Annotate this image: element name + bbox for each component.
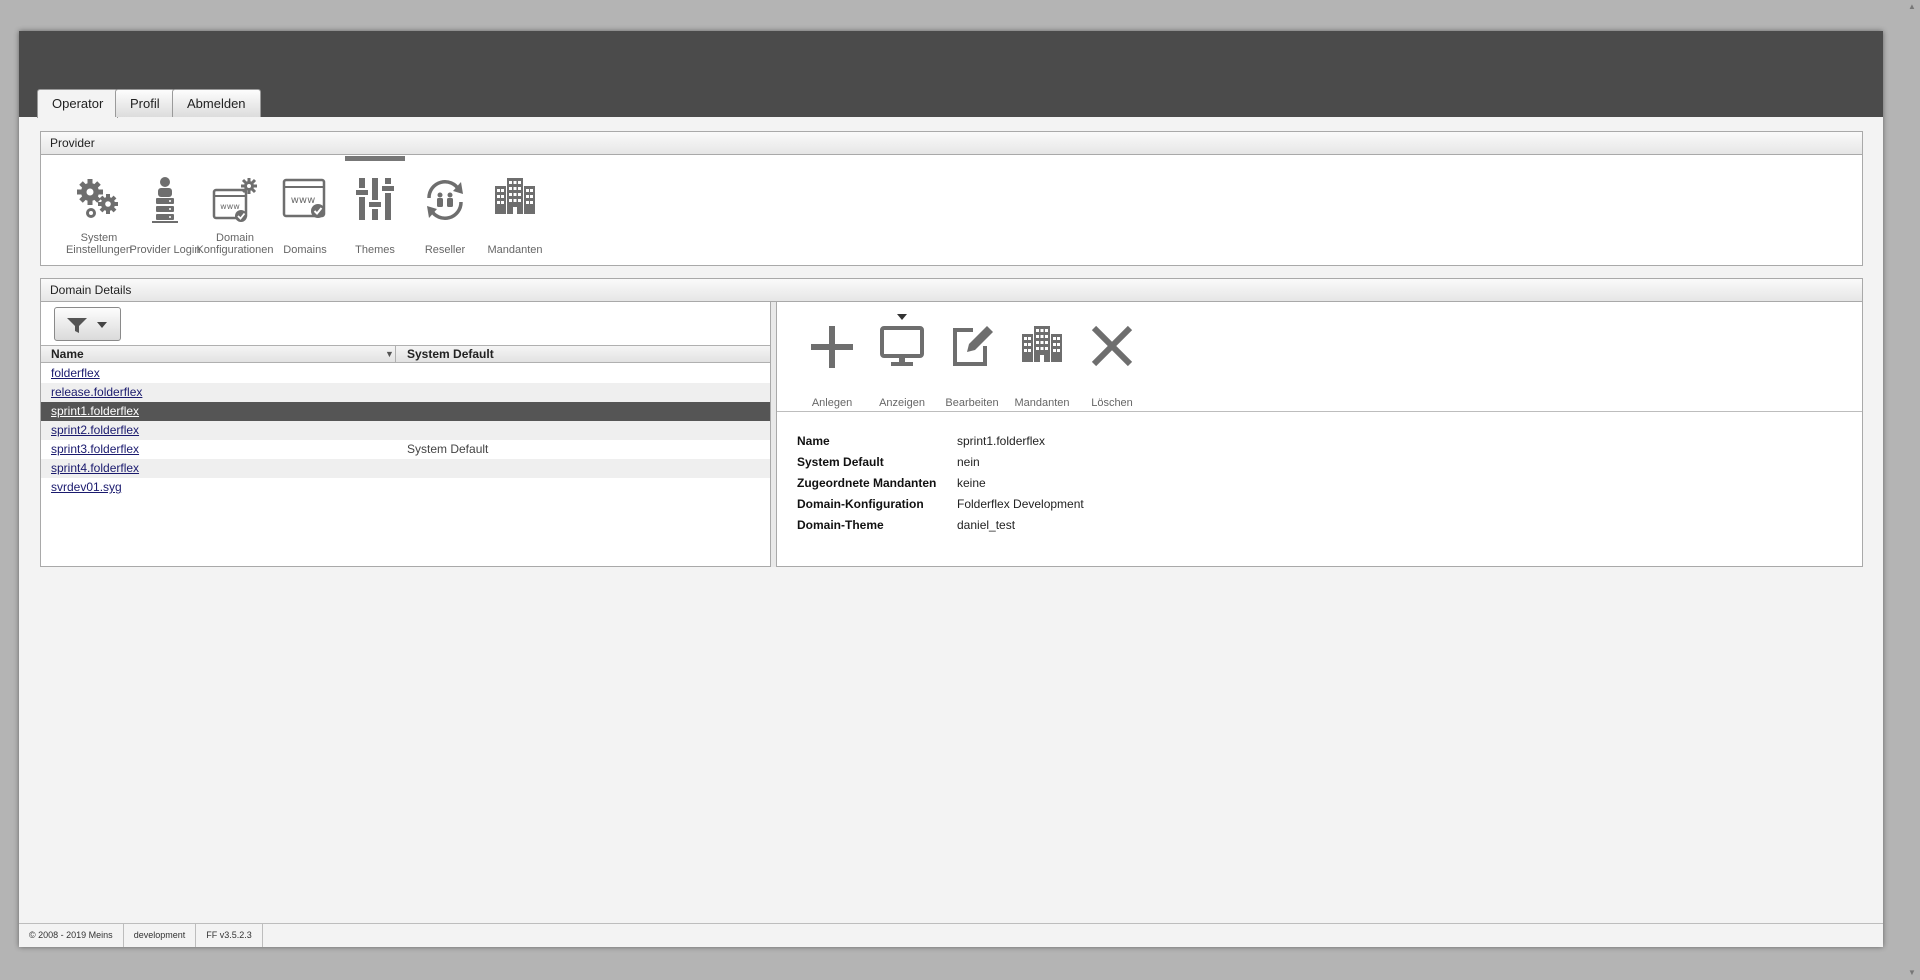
field-value: sprint1.folderflex — [957, 434, 1046, 448]
provider-item-domains[interactable]: www Domains — [270, 156, 340, 266]
column-separator — [395, 346, 396, 362]
status-footer: © 2008 - 2019 Meins development FF v3.5.… — [19, 923, 1883, 947]
table-row[interactable]: sprint4.folderflex — [41, 459, 770, 478]
add-button-label: Anlegen — [811, 397, 853, 409]
field-row: Zugeordnete Mandanten keine — [777, 476, 1862, 497]
delete-button-label: Löschen — [1091, 397, 1133, 409]
field-row: Domain-Theme daniel_test — [777, 518, 1862, 539]
provider-item-mandanten[interactable]: Mandanten — [480, 156, 550, 266]
mandanten-button-label: Mandanten — [1014, 397, 1070, 409]
row-name-link[interactable]: sprint3.folderflex — [51, 440, 139, 458]
field-label: Domain-Theme — [797, 518, 884, 532]
field-label: Zugeordnete Mandanten — [797, 476, 937, 490]
mandanten-button[interactable]: Mandanten — [1008, 308, 1076, 409]
column-header-system-default[interactable]: System Default — [407, 346, 494, 362]
provider-item-label: Mandanten — [487, 244, 543, 256]
footer-copyright: © 2008 - 2019 Meins — [19, 924, 124, 947]
buildings-icon — [495, 178, 535, 214]
provider-panel: Provider System Einstellungen Provider L… — [40, 131, 1863, 266]
sliders-icon — [356, 178, 394, 220]
detail-fields: Name sprint1.folderflex System Default n… — [777, 434, 1862, 539]
field-label: Name — [797, 434, 830, 448]
table-row-selected[interactable]: sprint1.folderflex — [41, 402, 770, 421]
table-row[interactable]: release.folderflex — [41, 383, 770, 402]
table-row[interactable]: svrdev01.syg — [41, 478, 770, 497]
active-caret-icon — [897, 314, 907, 320]
row-system-default: System Default — [407, 442, 489, 456]
provider-item-domain-configs[interactable]: www Domain Konfigurationen — [196, 156, 274, 266]
provider-item-provider-login[interactable]: Provider Login — [130, 156, 200, 266]
domain-list-pane: Name ▼ System Default folderflex release… — [41, 302, 771, 567]
user-server-icon — [152, 177, 178, 223]
table-row[interactable]: folderflex — [41, 364, 770, 383]
field-label: System Default — [797, 455, 884, 469]
tab-operator[interactable]: Operator — [37, 89, 119, 118]
footer-environment: development — [124, 924, 197, 947]
footer-version: FF v3.5.2.3 — [196, 924, 263, 947]
plus-icon — [811, 326, 853, 368]
field-row: System Default nein — [777, 455, 1862, 476]
edit-button[interactable]: Bearbeiten — [938, 308, 1006, 409]
row-name-link[interactable]: svrdev01.syg — [51, 478, 122, 496]
row-name-link[interactable]: sprint2.folderflex — [51, 421, 139, 439]
top-bar: Operator Profil Abmelden — [19, 31, 1883, 118]
www-settings-icon: www — [212, 178, 257, 222]
field-label: Domain-Konfiguration — [797, 497, 924, 511]
column-header-name[interactable]: Name — [51, 346, 84, 362]
view-button[interactable]: Anzeigen — [868, 308, 936, 409]
row-name-link[interactable]: release.folderflex — [51, 383, 142, 401]
domain-details-panel: Domain Details Name ▼ System Default fol… — [40, 278, 1863, 567]
active-indicator — [345, 156, 405, 161]
scroll-down-icon[interactable]: ▼ — [1907, 968, 1917, 978]
domain-details-title: Domain Details — [41, 279, 1862, 302]
field-value: keine — [957, 476, 986, 490]
table-row[interactable]: sprint3.folderflex System Default — [41, 440, 770, 459]
app-window: Operator Profil Abmelden Provider System… — [19, 31, 1883, 947]
row-name-link[interactable]: sprint1.folderflex — [51, 402, 139, 420]
filter-button[interactable] — [54, 307, 121, 341]
caret-down-icon — [97, 322, 107, 328]
filter-icon — [67, 318, 87, 333]
detail-toolbar: Anlegen Anzeigen Bearbeiten Mandanten Lö… — [777, 302, 1862, 412]
edit-icon — [953, 326, 993, 366]
monitor-icon — [880, 326, 924, 366]
www-check-icon: www — [282, 178, 326, 218]
tab-profil[interactable]: Profil — [115, 89, 175, 117]
field-value: Folderflex Development — [957, 497, 1084, 511]
grid-header: Name ▼ System Default — [41, 345, 770, 363]
reseller-cycle-icon — [427, 180, 463, 220]
svg-text:www: www — [220, 202, 240, 211]
provider-item-themes[interactable]: Themes — [340, 156, 410, 266]
domain-detail-pane: Anlegen Anzeigen Bearbeiten Mandanten Lö… — [777, 302, 1862, 567]
row-name-link[interactable]: folderflex — [51, 364, 100, 382]
table-row[interactable]: sprint2.folderflex — [41, 421, 770, 440]
view-button-label: Anzeigen — [879, 397, 925, 409]
close-icon — [1091, 325, 1133, 367]
buildings-icon — [1022, 326, 1062, 362]
tab-abmelden[interactable]: Abmelden — [172, 89, 261, 117]
domain-rows: folderflex release.folderflex sprint1.fo… — [41, 364, 770, 497]
scroll-up-icon[interactable]: ▲ — [1907, 2, 1917, 12]
row-name-link[interactable]: sprint4.folderflex — [51, 459, 139, 477]
edit-button-label: Bearbeiten — [945, 397, 999, 409]
sort-down-icon[interactable]: ▼ — [385, 346, 394, 362]
field-value: nein — [957, 455, 980, 469]
delete-button[interactable]: Löschen — [1078, 308, 1146, 409]
field-row: Name sprint1.folderflex — [777, 434, 1862, 455]
provider-panel-title: Provider — [41, 132, 1862, 155]
svg-text:www: www — [291, 195, 316, 206]
gears-icon — [77, 179, 118, 218]
provider-item-reseller[interactable]: Reseller — [410, 156, 480, 266]
field-value: daniel_test — [957, 518, 1016, 532]
field-row: Domain-Konfiguration Folderflex Developm… — [777, 497, 1862, 518]
add-button[interactable]: Anlegen — [798, 308, 866, 409]
